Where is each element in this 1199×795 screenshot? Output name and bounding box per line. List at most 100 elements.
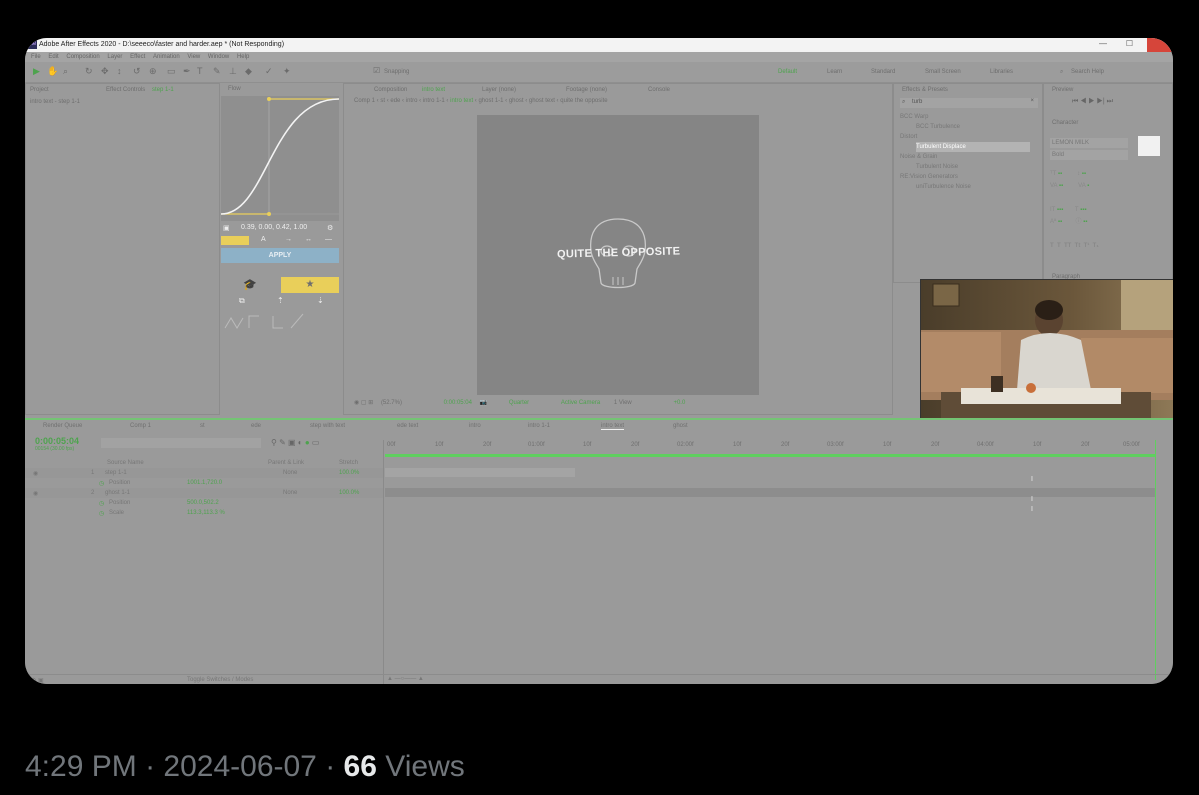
easing-values[interactable]: 0.39, 0.00, 0.42, 1.00 xyxy=(241,224,307,231)
views-count[interactable]: 66 xyxy=(344,750,377,783)
menu-view[interactable]: View xyxy=(187,54,200,60)
effects-item[interactable]: BCC Turbulence xyxy=(916,122,1030,132)
effects-item-selected[interactable]: Turbulent Displace xyxy=(916,142,1030,152)
rectangle-tool-icon[interactable]: ▭ xyxy=(167,66,176,77)
timeline-tab[interactable]: Render Queue xyxy=(43,423,82,429)
curve-presets-icon[interactable] xyxy=(223,310,313,330)
timeline-tab[interactable]: ghost xyxy=(673,423,688,429)
minimize-icon[interactable]: — xyxy=(1099,39,1107,48)
timeline-switches[interactable]: ⚲ ✎ ▣ ◐ ● ▭ xyxy=(271,438,319,447)
camera-dropdown[interactable]: Active Camera xyxy=(561,400,600,406)
breadcrumb-item[interactable]: ghost 1-1 xyxy=(478,98,503,104)
effects-item[interactable]: Turbulent Noise xyxy=(916,162,1030,172)
effects-category[interactable]: BCC Warp xyxy=(900,112,1030,122)
search-help-field[interactable]: Search Help xyxy=(1071,69,1104,75)
download-icon[interactable]: ⇣ xyxy=(317,296,324,305)
zoom-tool-icon[interactable]: ⌕ xyxy=(63,66,68,77)
maximize-icon[interactable]: ☐ xyxy=(1126,39,1133,48)
layer-parent[interactable]: None xyxy=(283,470,297,476)
effects-category[interactable]: Noise & Grain xyxy=(900,152,1030,162)
anchor-tool-icon[interactable]: ⊕ xyxy=(149,66,157,77)
work-area-bar[interactable] xyxy=(385,454,1155,457)
current-timecode[interactable]: 0:00:05:04 xyxy=(444,400,472,406)
menu-layer[interactable]: Layer xyxy=(107,54,122,60)
timeline-tab[interactable]: ede text xyxy=(397,423,418,429)
tweet-date[interactable]: 2024-06-07 xyxy=(163,750,316,783)
graduation-cap-icon[interactable]: 🎓 xyxy=(243,278,257,291)
playhead[interactable] xyxy=(1155,440,1156,680)
workspace-learn[interactable]: Learn xyxy=(827,69,842,75)
menu-edit[interactable]: Edit xyxy=(48,54,58,60)
breadcrumb-item[interactable]: intro 1-1 xyxy=(423,98,445,104)
composition-canvas[interactable]: QUITE THE OPPOSITE xyxy=(477,115,759,395)
roto-brush-tool-icon[interactable]: ✓ xyxy=(265,66,273,77)
exposure-value[interactable]: +0.0 xyxy=(673,400,685,406)
text-mode-icon[interactable]: A xyxy=(261,236,266,243)
character-properties[interactable]: ᵀT ▪▪ ↕ ▪▪ VA ▪▪ VA ▪ IT ▪▪▪ T ▪▪▪ Aª ▪▪… xyxy=(1050,168,1168,252)
font-style-dropdown[interactable]: Bold xyxy=(1050,150,1128,160)
property-row[interactable]: ◷ Position 1001.1,720.0 xyxy=(25,478,383,488)
stopwatch-icon[interactable]: ◷ xyxy=(99,480,104,487)
keyframe-icon[interactable]: I xyxy=(1031,496,1033,503)
copy-icon[interactable]: ⧉ xyxy=(239,296,245,306)
eraser-tool-icon[interactable]: ◆ xyxy=(245,66,252,77)
layer-stretch[interactable]: 100.0% xyxy=(339,470,359,476)
property-value[interactable]: 500.0,502.2 xyxy=(187,500,219,506)
timeline-tab[interactable]: st xyxy=(200,423,205,429)
upload-icon[interactable]: ⇡ xyxy=(277,296,284,305)
playback-controls[interactable]: ⏮ ◀ ▶ ▶| ⏭ xyxy=(1072,98,1113,106)
timeline-search-field[interactable] xyxy=(101,438,261,448)
footage-tab[interactable]: Footage (none) xyxy=(566,87,607,93)
stopwatch-icon[interactable]: ◷ xyxy=(99,510,104,517)
menu-help[interactable]: Help xyxy=(237,54,249,60)
settings-gear-icon[interactable]: ⚙ xyxy=(327,224,333,232)
breadcrumb-item[interactable]: Comp 1 xyxy=(354,98,375,104)
favorite-star-button[interactable]: ★ xyxy=(281,277,339,293)
footer-icons[interactable]: ⚙ ▣ xyxy=(31,677,44,684)
eyedropper-button[interactable] xyxy=(221,236,249,245)
breadcrumb-item[interactable]: ghost xyxy=(509,98,524,104)
arrow-right-icon[interactable]: → xyxy=(285,236,292,243)
hand-tool-icon[interactable]: ✋ xyxy=(47,66,58,77)
layer-name[interactable]: step 1-1 xyxy=(105,470,127,476)
visibility-eye-icon[interactable]: ◉ xyxy=(33,490,38,497)
clear-search-icon[interactable]: × xyxy=(1030,98,1034,104)
viewer-options-icon[interactable]: ◉ ▢ ⊞ xyxy=(354,400,373,406)
breadcrumb-item[interactable]: ede xyxy=(390,98,400,104)
layer-stretch[interactable]: 100.0% xyxy=(339,490,359,496)
layer-row[interactable]: ◉ 1 step 1-1 None 100.0% xyxy=(25,468,383,478)
type-tool-icon[interactable]: T xyxy=(197,66,203,76)
toggle-switches-modes[interactable]: Toggle Switches / Modes xyxy=(187,677,253,683)
property-value[interactable]: 113.3,113.3 % xyxy=(187,510,225,516)
timeline-tab[interactable]: Comp 1 xyxy=(130,423,151,429)
layer-name[interactable]: ghost 1-1 xyxy=(105,490,130,496)
timeline-tab[interactable]: intro xyxy=(469,423,481,429)
font-family-dropdown[interactable]: LEMON MILK xyxy=(1050,138,1128,148)
property-row[interactable]: ◷ Scale 113.3,113.3 % xyxy=(25,508,383,518)
effects-category[interactable]: RE:Vision Generators xyxy=(900,172,1030,182)
layer-row[interactable]: ◉ 2 ghost 1-1 None 100.0% xyxy=(25,488,383,498)
tweet-time[interactable]: 4:29 PM xyxy=(25,750,137,783)
orbit-tool-icon[interactable]: ↻ xyxy=(85,66,93,77)
search-help-icon[interactable]: ⌕ xyxy=(1060,69,1063,76)
timeline-tab[interactable]: intro 1-1 xyxy=(528,423,550,429)
effect-controls-tab[interactable]: Effect Controls xyxy=(106,87,145,93)
dash-icon[interactable]: — xyxy=(325,236,332,243)
breadcrumb-item[interactable]: intro text xyxy=(450,98,473,104)
layer-tab[interactable]: Layer (none) xyxy=(482,87,516,93)
project-tab[interactable]: Project xyxy=(30,87,49,93)
effects-item[interactable]: uniTurbulence Noise xyxy=(916,182,1030,192)
keyframe-icon[interactable]: I xyxy=(1031,476,1033,483)
apply-button[interactable]: APPLY xyxy=(221,248,339,263)
menu-file[interactable]: File xyxy=(31,54,41,60)
time-ruler[interactable]: 00f 10f 20f 01:00f 10f 20f 02:00f 10f 20… xyxy=(385,440,1155,452)
menu-window[interactable]: Window xyxy=(208,54,229,60)
workspace-default[interactable]: Default xyxy=(778,69,797,75)
menu-composition[interactable]: Composition xyxy=(66,54,99,60)
easing-curve-graph[interactable] xyxy=(220,96,340,221)
views-dropdown[interactable]: 1 View xyxy=(614,400,632,406)
effects-search-field[interactable]: ⌕ turb × xyxy=(900,98,1038,108)
arrows-horizontal-icon[interactable]: ↔ xyxy=(305,236,312,243)
menu-animation[interactable]: Animation xyxy=(153,54,180,60)
timeline-tab-active[interactable]: intro text xyxy=(601,423,625,430)
